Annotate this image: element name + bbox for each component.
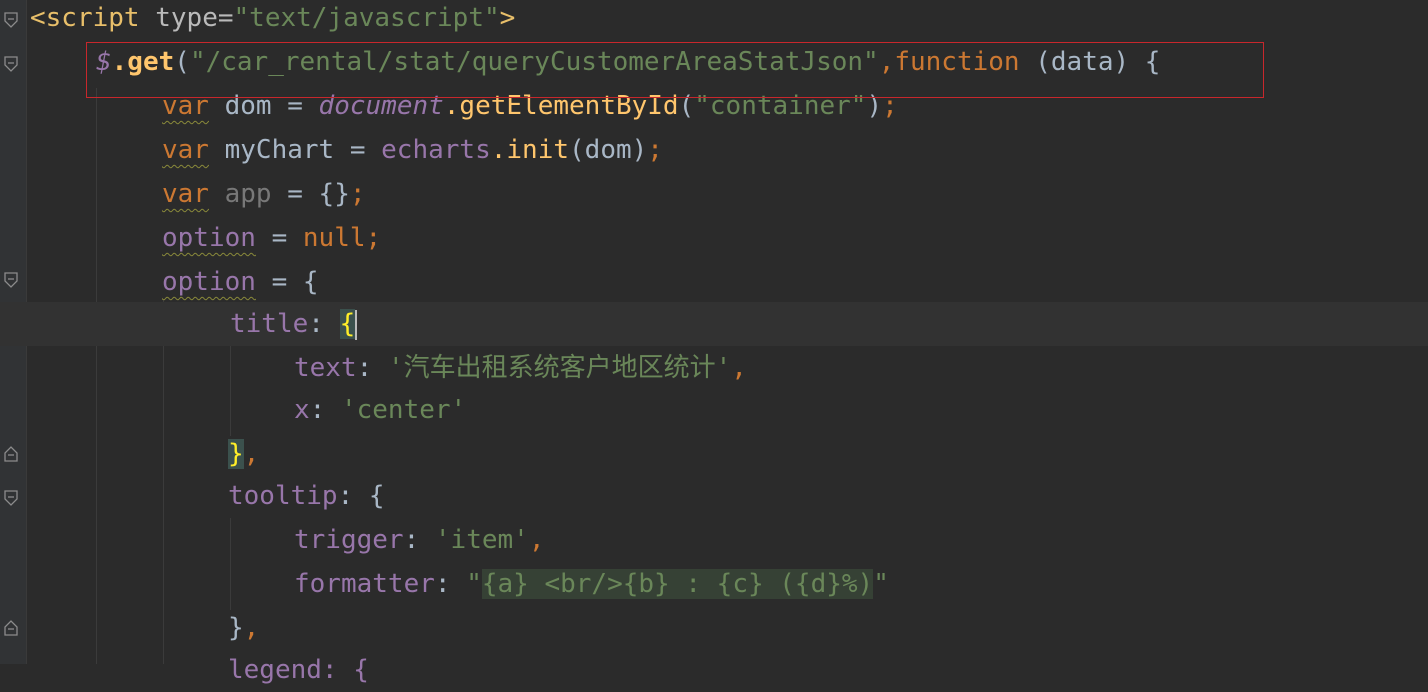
colon: : xyxy=(337,481,369,511)
comma: , xyxy=(731,353,747,383)
quote: " xyxy=(466,569,482,599)
property-key: text xyxy=(294,353,357,383)
colon: : xyxy=(356,353,388,383)
code-line-partial: legend: { xyxy=(30,648,1428,692)
string-literal: 'center' xyxy=(340,395,467,425)
code-line: var myChart = echarts.init(dom); xyxy=(30,128,1428,172)
colon: : xyxy=(309,395,341,425)
code-line: option = { xyxy=(30,260,1428,304)
text-cursor xyxy=(355,309,358,340)
script-tag-open: <script xyxy=(30,3,140,33)
fold-close-icon[interactable] xyxy=(4,620,18,636)
code-line: <script type="text/javascript"> xyxy=(0,0,1428,40)
code-line: var app = {}; xyxy=(30,172,1428,216)
assignment: = { xyxy=(255,267,319,297)
comma: , xyxy=(243,439,260,469)
matched-brace: { xyxy=(339,309,356,339)
formatter-template: {a} <br/>{b} : {c} ({d}%) xyxy=(481,569,874,599)
var-keyword: var xyxy=(162,135,209,165)
var-keyword: var xyxy=(162,179,209,209)
code-editor[interactable]: <script type="text/javascript"> $.get("/… xyxy=(0,0,1428,685)
colon: : xyxy=(308,309,340,339)
code-line: x: 'center' xyxy=(30,388,1428,432)
semicolon: ; xyxy=(647,135,663,165)
legend-partial: legend: { xyxy=(228,655,369,685)
identifier: myChart = xyxy=(208,135,382,165)
brace: { xyxy=(368,481,385,511)
matched-brace: } xyxy=(228,439,244,469)
property-key: x xyxy=(294,395,310,425)
option-variable: option xyxy=(162,267,256,297)
property-key: tooltip xyxy=(228,481,338,511)
semicolon: ; xyxy=(365,223,382,253)
code-line: option = null; xyxy=(30,216,1428,260)
method-call: .init xyxy=(490,135,570,165)
code-line: tooltip: { xyxy=(30,474,1428,518)
fold-open-icon[interactable] xyxy=(4,56,18,72)
highlight-box xyxy=(86,42,1264,98)
code-line: formatter: "{a} <br/>{b} : {c} ({d}%)" xyxy=(30,562,1428,606)
title-text-value: '汽车出租系统客户地区统计' xyxy=(387,353,732,383)
echarts-global: echarts xyxy=(381,135,491,165)
semicolon: ; xyxy=(349,179,366,209)
code-line: trigger: 'item', xyxy=(30,518,1428,562)
null-keyword: null xyxy=(302,223,366,253)
fold-open-icon[interactable] xyxy=(4,490,18,506)
unused-identifier: app xyxy=(208,179,272,209)
option-variable: option xyxy=(162,223,256,253)
colon: : xyxy=(434,569,467,599)
comma: , xyxy=(243,613,260,643)
fold-open-icon[interactable] xyxy=(4,272,18,288)
string-literal: 'item' xyxy=(434,525,529,555)
property-key: trigger xyxy=(294,525,404,555)
code-line: }, xyxy=(30,432,1428,476)
arguments: (dom) xyxy=(569,135,648,165)
type-value: "text/javascript" xyxy=(233,3,500,33)
comma: , xyxy=(528,525,545,555)
assignment: = xyxy=(255,223,303,253)
property-key: formatter xyxy=(294,569,435,599)
fold-close-icon[interactable] xyxy=(4,446,18,462)
code-line: text: '汽车出租系统客户地区统计', xyxy=(30,346,1428,390)
script-tag-close: > xyxy=(499,3,516,33)
quote: " xyxy=(873,569,889,599)
code-line-current: title: { xyxy=(0,302,1428,346)
type-attribute: type= xyxy=(155,3,234,33)
brace: } xyxy=(228,613,244,643)
assignment: = {} xyxy=(271,179,350,209)
colon: : xyxy=(403,525,435,555)
code-line: }, xyxy=(30,606,1428,650)
property-key: title xyxy=(230,309,309,339)
